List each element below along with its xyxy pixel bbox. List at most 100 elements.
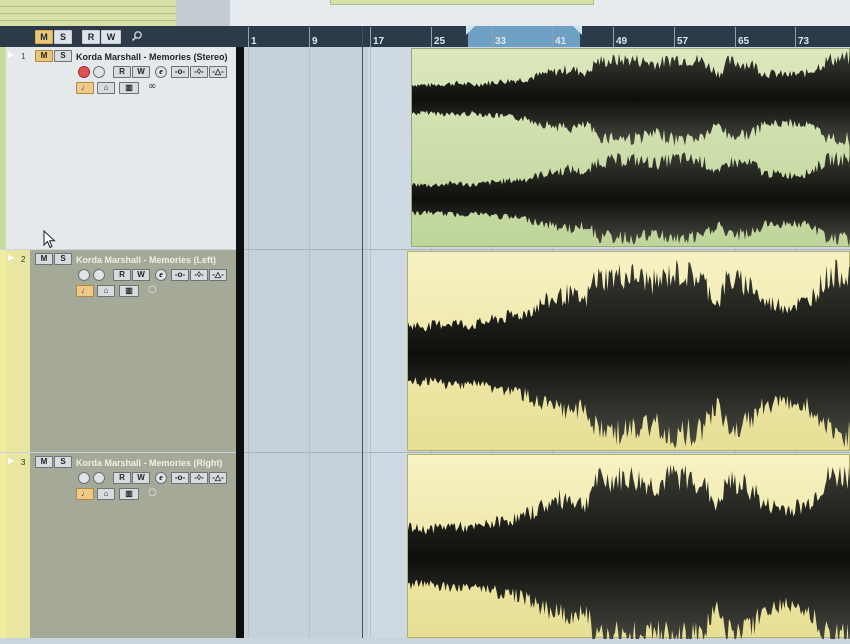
lane-display-icon[interactable]: ▥ <box>119 82 139 94</box>
track-separator <box>244 452 850 453</box>
eq-bypass-icon[interactable]: -◊- <box>190 66 208 78</box>
solo-button[interactable]: S <box>54 253 72 265</box>
ruler-bar-label: 1 <box>251 36 257 47</box>
write-automation-button[interactable]: W <box>132 66 150 78</box>
track-number: 1 <box>21 52 26 61</box>
solo-button[interactable]: S <box>54 456 72 468</box>
read-automation-button[interactable]: R <box>113 66 131 78</box>
ruler-tick <box>735 27 736 47</box>
monitor-icon[interactable] <box>93 472 105 484</box>
record-enable-icon[interactable] <box>78 472 90 484</box>
monitor-icon[interactable] <box>93 269 105 281</box>
record-enable-icon[interactable] <box>78 66 90 78</box>
track-number: 3 <box>21 458 26 467</box>
ruler-tick <box>370 27 371 47</box>
track-name[interactable]: Korda Marshall - Memories (Left) <box>76 255 216 265</box>
read-all-button[interactable]: R <box>82 30 100 44</box>
insert-bypass-icon[interactable]: -o- <box>171 66 189 78</box>
insert-bypass-icon[interactable]: -o- <box>171 269 189 281</box>
grid-line <box>248 47 249 638</box>
write-automation-button[interactable]: W <box>132 269 150 281</box>
overview-gap <box>176 0 230 26</box>
waveform <box>408 464 850 644</box>
expand-arrow-icon[interactable]: ▶ <box>8 253 14 262</box>
track-header-2[interactable]: ▶ 2 M S Korda Marshall - Memories (Left) R We -… <box>0 250 236 452</box>
ruler-tick <box>492 27 493 47</box>
write-automation-button[interactable]: W <box>132 472 150 484</box>
track-header-1[interactable]: ▶ 1 M S Korda Marshall - Memories (Stereo) R W… <box>0 47 236 249</box>
ruler-bar-label: 25 <box>434 36 446 47</box>
ruler-tick <box>674 27 675 47</box>
search-icon[interactable] <box>131 30 143 42</box>
track-name[interactable]: Korda Marshall - Memories (Stereo) <box>76 52 228 62</box>
timebase-note-icon[interactable]: ♩ <box>76 285 94 297</box>
ruler-tick <box>552 27 553 47</box>
lock-icon[interactable]: ⌂ <box>97 82 115 94</box>
ruler-bar-label: 41 <box>555 36 567 47</box>
track-separator <box>244 249 850 250</box>
read-automation-button[interactable]: R <box>113 269 131 281</box>
ruler-bar-label: 65 <box>738 36 750 47</box>
lane-display-icon[interactable]: ▥ <box>119 285 139 297</box>
lock-icon[interactable]: ⌂ <box>97 488 115 500</box>
mute-button[interactable]: M <box>35 50 53 62</box>
read-automation-button[interactable]: R <box>113 472 131 484</box>
send-bypass-icon[interactable]: -△- <box>209 472 227 484</box>
ruler-bar-label: 9 <box>312 36 318 47</box>
project-cursor[interactable] <box>362 26 363 638</box>
send-bypass-icon[interactable]: -△- <box>209 269 227 281</box>
event-display-pre-range <box>244 47 368 638</box>
edit-channel-button[interactable]: e <box>155 269 167 281</box>
loop-locator-markers[interactable] <box>466 26 582 36</box>
ruler-bar-label: 73 <box>798 36 810 47</box>
solo-all-button[interactable]: S <box>54 30 72 44</box>
record-enable-icon[interactable] <box>78 269 90 281</box>
lock-icon[interactable]: ⌂ <box>97 285 115 297</box>
expand-arrow-icon[interactable]: ▶ <box>8 456 14 465</box>
ruler-tick <box>795 27 796 47</box>
write-all-button[interactable]: W <box>101 30 121 44</box>
ruler-tick <box>309 27 310 47</box>
overview-track-lanes[interactable] <box>0 0 176 26</box>
send-bypass-icon[interactable]: -△- <box>209 66 227 78</box>
lane-display-icon[interactable]: ▥ <box>119 488 139 500</box>
mute-button[interactable]: M <box>35 456 53 468</box>
track-header-3[interactable]: ▶ 3 M S Korda Marshall - Memories (Right) R We… <box>0 453 236 638</box>
mute-all-button[interactable]: M <box>35 30 53 44</box>
ruler-tick <box>431 27 432 47</box>
waveform <box>412 50 850 247</box>
expand-arrow-icon[interactable]: ▶ <box>8 50 14 59</box>
ruler-bar-label: 57 <box>677 36 689 47</box>
audio-event-track-2[interactable] <box>407 251 850 451</box>
track-color-band <box>0 453 30 638</box>
waveform <box>408 259 850 449</box>
link-icon[interactable]: ∞ <box>148 81 156 92</box>
grid-line <box>370 47 371 638</box>
timebase-note-icon[interactable]: ♩ <box>76 488 94 500</box>
ruler-tick <box>248 27 249 47</box>
eq-bypass-icon[interactable]: -◊- <box>190 472 208 484</box>
solo-button[interactable]: S <box>54 50 72 62</box>
mouse-pointer-icon <box>43 230 56 249</box>
audio-event-track-3[interactable] <box>407 454 850 644</box>
ruler-bar-label: 17 <box>373 36 385 47</box>
track-list-divider[interactable] <box>236 47 244 638</box>
edit-channel-button[interactable]: e <box>155 66 167 78</box>
audio-event-track-1[interactable] <box>411 48 850 247</box>
grid-line <box>309 47 310 638</box>
track-color-band <box>0 250 30 452</box>
ruler-bar-label: 49 <box>616 36 628 47</box>
monitor-icon[interactable] <box>93 66 105 78</box>
mute-button[interactable]: M <box>35 253 53 265</box>
eq-bypass-icon[interactable]: -◊- <box>190 269 208 281</box>
overview-event[interactable] <box>330 0 594 5</box>
track-name[interactable]: Korda Marshall - Memories (Right) <box>76 458 223 468</box>
track-number: 2 <box>21 255 26 264</box>
ruler-bar-label: 33 <box>495 36 507 47</box>
timebase-note-icon[interactable]: ♩ <box>76 82 94 94</box>
edit-channel-button[interactable]: e <box>155 472 167 484</box>
ruler-tick <box>613 27 614 47</box>
link-icon[interactable]: ○ <box>148 284 157 295</box>
link-icon[interactable]: ○ <box>148 487 157 498</box>
insert-bypass-icon[interactable]: -o- <box>171 472 189 484</box>
